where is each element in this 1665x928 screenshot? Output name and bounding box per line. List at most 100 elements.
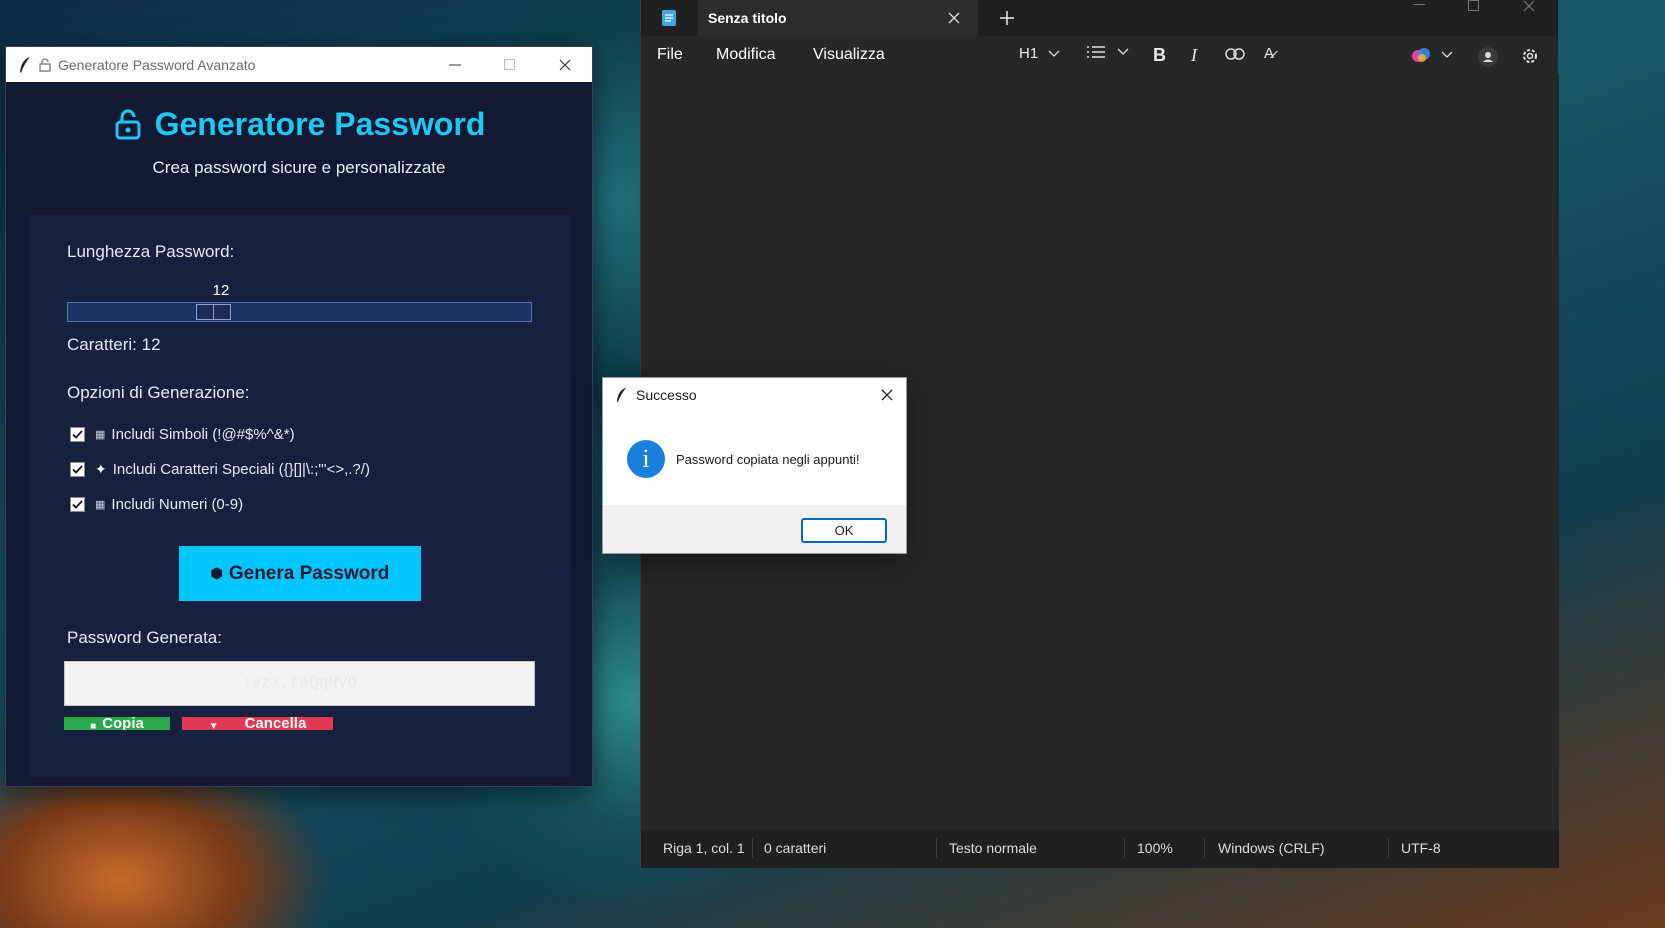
dialog-titlebar[interactable]: Successo [603,378,906,412]
status-divider [1124,838,1125,858]
status-divider [936,838,937,858]
lock-icon [39,57,51,72]
cancel-button[interactable]: ▼ Cancella [182,717,333,730]
char-count-label: Caratteri: 12 [67,335,161,354]
generator-titlebar[interactable]: Generatore Password Avanzato [6,47,592,82]
output-label: Password Generata: [67,628,222,647]
settings-button[interactable] [1520,46,1540,66]
menu-modifica[interactable]: Modifica [716,46,776,64]
numbers-checkbox[interactable] [70,497,85,512]
option-numbers[interactable]: ▦ Includi Numeri (0-9) [70,496,243,513]
option-symbols-label: Includi Simboli (!@#$%^&*) [111,426,295,443]
generate-button-label: Genera Password [228,562,390,584]
chevron-down-icon [1441,51,1453,58]
spellcheck-button[interactable]: A̷ [1264,45,1274,62]
copy-button[interactable]: ■ Copia [64,717,170,730]
minimize-button[interactable] [428,47,482,82]
close-icon[interactable] [881,389,893,401]
chevron-down-icon [1048,50,1060,57]
menu-visualizza[interactable]: Visualizza [813,46,885,64]
status-format[interactable]: Testo normale [949,840,1037,856]
generator-title: Generatore Password [113,106,486,143]
option-special-label: Includi Caratteri Speciali ({}[]|\:;"'<>… [112,461,370,478]
status-line-ending[interactable]: Windows (CRLF) [1218,840,1325,856]
copilot-button[interactable] [1411,46,1453,64]
generator-header: Generatore Password Crea password sicure… [6,82,592,178]
notepad-tabbar: Senza titolo [641,0,1558,36]
tab-senza-titolo[interactable]: Senza titolo [698,0,978,36]
maximize-button[interactable] [482,47,536,82]
bold-button[interactable]: B [1153,45,1166,66]
italic-button[interactable]: I [1191,45,1197,66]
dialog-title: Successo [636,387,697,403]
notepad-app-icon [662,10,676,26]
bold-icon: B [1153,45,1166,65]
status-zoom[interactable]: 100% [1137,840,1173,856]
option-numbers-label: Includi Numeri (0-9) [111,496,244,513]
minimize-icon [449,64,461,65]
close-button[interactable] [538,47,592,82]
copy-button-label: Copia [102,717,144,730]
feather-icon [616,387,627,403]
close-icon[interactable] [1523,0,1535,12]
dialog-message: Password copiata negli appunti! [676,452,860,467]
feather-icon [20,56,30,73]
symbols-checkbox[interactable] [70,427,85,442]
dialog-body: i Password copiata negli appunti! [603,412,906,505]
heading-select[interactable]: H1 [1019,45,1060,62]
checkmark-icon [72,430,83,439]
slider-handle[interactable] [196,304,231,320]
dialog-footer: OK [603,505,906,553]
generate-button[interactable]: ⬢ Genera Password [179,546,421,601]
password-output[interactable]: :vzx,taQqNVD [64,661,535,706]
spellcheck-icon: A̷ [1264,45,1275,62]
list-button[interactable] [1087,45,1129,59]
generator-panel: Lunghezza Password: 12 Caratteri: 12 Opz… [29,215,570,777]
option-symbols[interactable]: ▦ Includi Simboli (!@#$%^&*) [70,426,295,443]
generator-title-text: Generatore Password [154,106,486,142]
sparkles-icon: ✦ [95,461,107,477]
status-divider [1388,838,1389,858]
special-checkbox[interactable] [70,462,85,477]
link-button[interactable] [1225,48,1245,60]
status-divider [1204,838,1205,858]
italic-icon: I [1191,45,1197,65]
new-tab-icon[interactable] [1000,11,1014,25]
gear-icon [1523,49,1537,63]
checkmark-icon [72,465,83,474]
close-icon [559,59,571,70]
notepad-statusbar: Riga 1, col. 1 0 caratteri Testo normale… [641,830,1559,868]
clipboard-icon: ■ [90,721,97,730]
length-label: Lunghezza Password: [67,242,235,261]
list-icon [1087,46,1105,58]
status-divider [752,838,753,858]
status-encoding[interactable]: UTF-8 [1401,840,1441,856]
window-title: Generatore Password Avanzato [58,56,256,73]
link-icon [1225,48,1245,60]
minimize-icon[interactable] [1413,4,1425,6]
tab-title: Senza titolo [708,10,787,26]
dice-icon: ⬢ [210,565,223,581]
close-tab-icon[interactable] [948,12,960,24]
generator-subtitle: Crea password sicure e personalizzate [152,157,446,177]
account-icon [1478,47,1498,67]
slider-value: 12 [212,282,230,299]
info-icon: i [627,440,665,478]
unlock-icon [115,109,141,139]
symbols-icon: ▦ [95,429,106,441]
checkmark-icon [72,500,83,509]
ok-button[interactable]: OK [801,518,887,543]
menu-file[interactable]: File [657,46,683,64]
length-slider[interactable] [67,302,532,322]
success-dialog: Successo i Password copiata negli appunt… [602,377,907,554]
options-label: Opzioni di Generazione: [67,383,250,402]
trash-icon: ▼ [208,721,219,730]
numbers-icon: ▦ [95,499,106,511]
maximize-icon[interactable] [1468,0,1479,11]
status-chars: 0 caratteri [764,840,827,856]
heading-select-label: H1 [1019,45,1039,62]
account-button[interactable] [1478,47,1498,67]
option-special[interactable]: ✦ Includi Caratteri Speciali ({}[]|\:;"'… [70,461,370,478]
copilot-icon [1412,48,1430,62]
maximize-icon [503,59,515,70]
